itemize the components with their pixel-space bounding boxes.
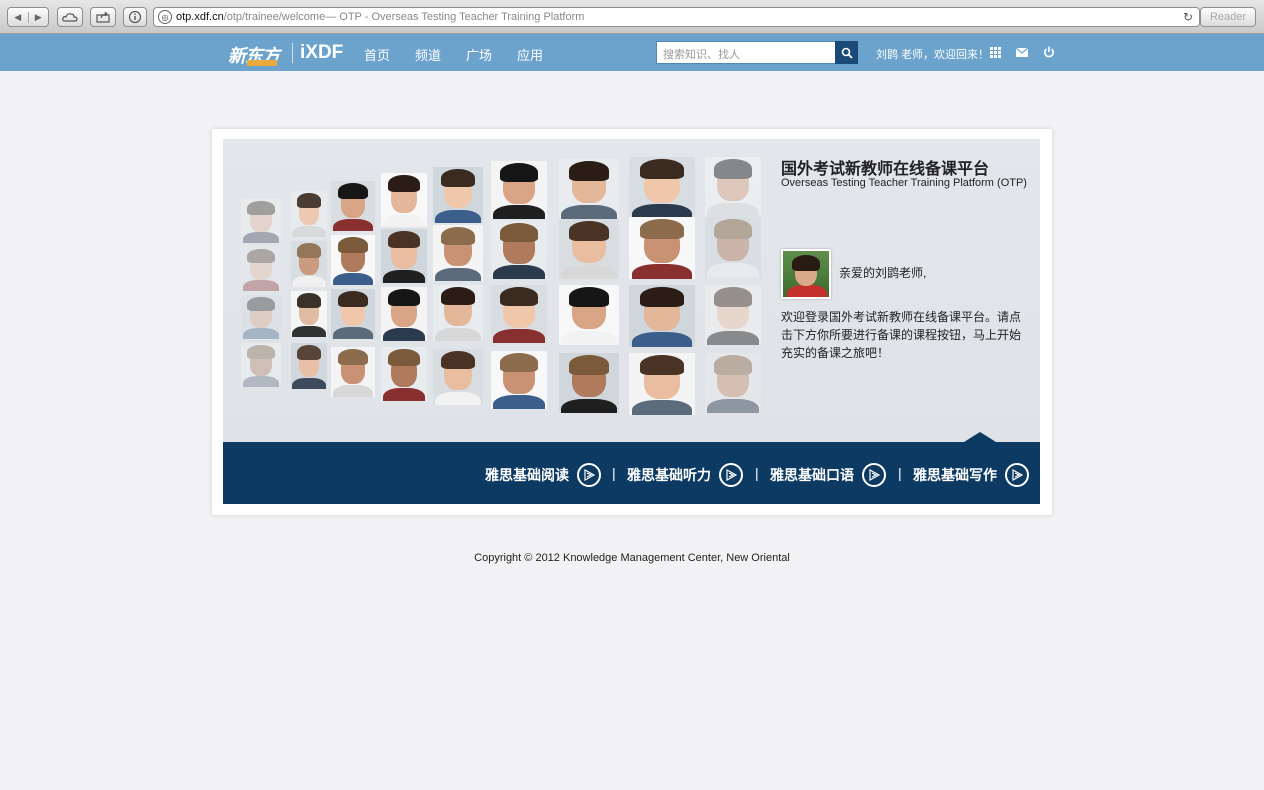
teacher-photo — [491, 221, 547, 279]
course-label: 雅思基础阅读 — [485, 467, 569, 483]
globe-icon: ◎ — [158, 10, 172, 24]
cloud-icon — [62, 13, 78, 22]
reader-button[interactable]: Reader — [1200, 7, 1256, 27]
search-button[interactable] — [835, 41, 858, 64]
teacher-photo — [491, 161, 547, 219]
course-bar: 雅思基础阅读 | 雅思基础听力 | 雅思基础口语 | 雅思基础写作 — [223, 432, 1040, 504]
course-label: 雅思基础听力 — [627, 467, 711, 483]
teacher-photo — [291, 291, 327, 337]
course-separator: | — [898, 465, 902, 481]
teacher-photo — [433, 349, 483, 405]
nav-home[interactable]: 首页 — [364, 45, 390, 64]
course-button-reading[interactable]: 雅思基础阅读 — [485, 463, 601, 487]
teacher-photo — [381, 229, 427, 283]
user-greeting[interactable]: 刘鹍 老师，欢迎回来！ — [876, 46, 989, 62]
course-label: 雅思基础写作 — [913, 467, 997, 483]
teacher-photo — [331, 289, 375, 339]
logout-power-icon[interactable] — [1042, 45, 1056, 59]
xdf-logo-underline — [247, 60, 277, 66]
course-label: 雅思基础口语 — [770, 467, 854, 483]
teacher-photo — [241, 295, 281, 339]
teacher-photo — [559, 285, 619, 345]
teacher-photo — [491, 351, 547, 409]
mail-icon[interactable] — [1015, 45, 1029, 59]
teacher-photo — [491, 285, 547, 343]
share-button[interactable] — [90, 7, 116, 27]
welcome-message: 欢迎登录国外考试新教师在线备课平台。请点击下方你所要进行备课的课程按钮，马上开始… — [781, 310, 1022, 360]
url-host: otp.xdf.cn — [176, 11, 224, 23]
play-arrow-icon — [719, 463, 743, 487]
teacher-photo — [433, 285, 483, 341]
browser-toolbar: ◀ ▶ ◎ otp.xdf.cn /otp/trainee/welcome — … — [0, 0, 1264, 34]
teacher-photo — [629, 157, 695, 219]
apps-grid-icon[interactable] — [988, 45, 1002, 59]
share-icon — [96, 11, 110, 23]
play-arrow-icon — [577, 463, 601, 487]
course-separator: | — [612, 465, 616, 481]
ixdf-logo[interactable]: iXDF — [300, 42, 343, 64]
platform-subtitle: Overseas Testing Teacher Training Platfo… — [781, 177, 1027, 189]
site-header: 新东方 iXDF 首页 频道 广场 应用 搜索知识、找人 刘鹍 老师，欢迎回来！ — [0, 34, 1264, 71]
back-arrow-icon[interactable]: ◀ — [8, 11, 29, 23]
teacher-photo — [433, 225, 483, 281]
url-path: /otp/trainee/welcome — [223, 11, 326, 23]
teacher-photo — [241, 343, 281, 387]
reload-icon[interactable]: ↻ — [1183, 10, 1193, 24]
course-button-writing[interactable]: 雅思基础写作 — [913, 463, 1029, 487]
teacher-photo — [705, 285, 761, 345]
teacher-photo — [629, 217, 695, 279]
search-input[interactable]: 搜索知识、找人 — [656, 41, 836, 64]
address-bar[interactable]: ◎ otp.xdf.cn /otp/trainee/welcome — OTP … — [153, 7, 1200, 27]
nav-plaza[interactable]: 广场 — [466, 45, 492, 64]
teacher-photo — [629, 285, 695, 347]
teacher-photo — [559, 159, 619, 219]
teacher-photo — [381, 287, 427, 341]
search-icon — [841, 47, 853, 59]
back-forward-buttons[interactable]: ◀ ▶ — [7, 7, 49, 27]
teacher-photo — [331, 347, 375, 397]
icloud-tabs-button[interactable] — [57, 7, 83, 27]
teacher-photo — [559, 219, 619, 279]
teacher-photo — [331, 235, 375, 285]
user-avatar — [781, 249, 831, 299]
teacher-photo — [241, 199, 281, 243]
teacher-photo — [291, 343, 327, 389]
info-icon — [128, 10, 142, 24]
welcome-card: 国外考试新教师在线备课平台 Overseas Testing Teacher T… — [212, 129, 1052, 515]
play-arrow-icon — [862, 463, 886, 487]
teacher-photo-collage — [223, 139, 783, 442]
teacher-photo — [381, 347, 427, 401]
teacher-photo — [629, 353, 695, 415]
teacher-photo — [705, 353, 761, 413]
info-button[interactable] — [123, 7, 147, 27]
teacher-photo — [381, 173, 427, 227]
logo-divider — [292, 43, 293, 63]
hero-banner: 国外考试新教师在线备课平台 Overseas Testing Teacher T… — [223, 139, 1040, 442]
nav-apps[interactable]: 应用 — [517, 45, 543, 64]
teacher-photo — [433, 167, 483, 223]
nav-channels[interactable]: 频道 — [415, 45, 441, 64]
teacher-photo — [559, 353, 619, 413]
copyright-footer: Copyright © 2012 Knowledge Management Ce… — [474, 552, 790, 564]
platform-title: 国外考试新教师在线备课平台 — [781, 161, 990, 178]
play-arrow-icon — [1005, 463, 1029, 487]
page-title-in-url: — OTP - Overseas Testing Teacher Trainin… — [325, 11, 585, 23]
salutation: 亲爱的刘鹍老师, — [839, 266, 927, 280]
teacher-photo — [331, 181, 375, 231]
course-bar-notch — [964, 432, 996, 442]
forward-arrow-icon[interactable]: ▶ — [29, 12, 49, 23]
course-button-speaking[interactable]: 雅思基础口语 — [770, 463, 886, 487]
course-button-listening[interactable]: 雅思基础听力 — [627, 463, 743, 487]
teacher-photo — [241, 247, 281, 291]
teacher-photo — [705, 157, 761, 217]
teacher-photo — [291, 241, 327, 287]
teacher-photo — [291, 191, 327, 237]
teacher-photo — [705, 217, 761, 277]
course-separator: | — [755, 465, 759, 481]
